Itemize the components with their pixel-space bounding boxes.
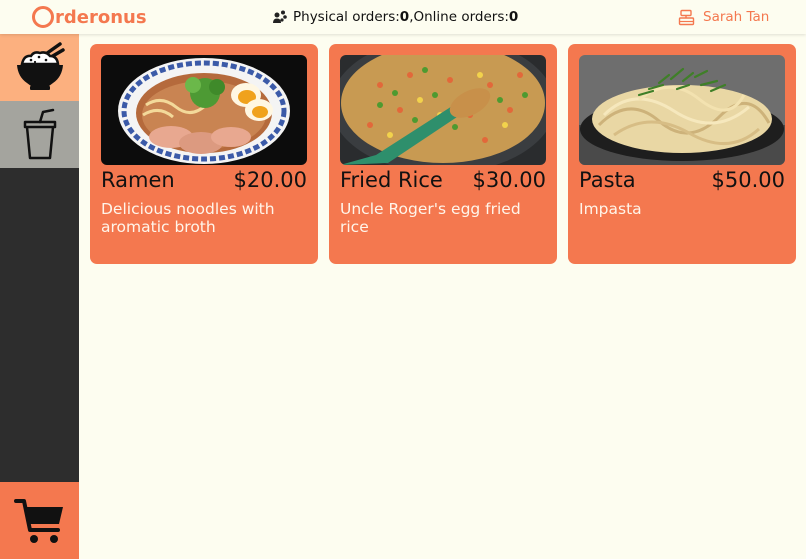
item-price: $30.00 <box>472 168 546 192</box>
physical-orders-label: Physical orders: <box>293 9 400 25</box>
item-price: $50.00 <box>711 168 785 192</box>
category-sidebar <box>0 34 79 559</box>
physical-orders-count: 0 <box>399 9 410 25</box>
fried-rice-image <box>340 55 546 165</box>
cart-icon <box>13 498 63 543</box>
rice-bowl-icon <box>16 41 65 90</box>
order-counter: Physical orders: 0, Online orders: 0 <box>272 7 518 27</box>
logo-text: rderonus <box>55 6 147 28</box>
item-description: Uncle Roger's egg fried rice <box>340 200 521 236</box>
logo-o-icon <box>32 6 54 28</box>
pasta-image <box>579 55 785 165</box>
orders-icon <box>273 10 287 23</box>
item-description: Impasta <box>579 200 642 218</box>
category-drinks-tab[interactable] <box>0 101 79 168</box>
online-orders-label: Online orders: <box>413 9 509 25</box>
ramen-image <box>101 55 307 165</box>
cashier-icon <box>678 9 695 25</box>
menu-card-ramen[interactable]: Ramen $20.00 Delicious noodles with arom… <box>90 44 318 264</box>
cart-button[interactable] <box>0 482 79 559</box>
user-name: Sarah Tan <box>703 9 770 25</box>
drink-cup-icon <box>23 108 56 159</box>
menu-card-pasta[interactable]: Pasta $50.00 Impasta <box>568 44 796 264</box>
item-description: Delicious noodles with aromatic broth <box>101 200 275 236</box>
top-bar: rderonus Physical orders: 0, Online orde… <box>0 0 806 34</box>
item-name: Ramen <box>101 168 175 192</box>
online-orders-count: 0 <box>508 9 519 25</box>
app-logo[interactable]: rderonus <box>32 3 147 31</box>
category-food-tab[interactable] <box>0 34 79 101</box>
menu-card-fried-rice[interactable]: Fried Rice $30.00 Uncle Roger's egg frie… <box>329 44 557 264</box>
item-name: Fried Rice <box>340 168 443 192</box>
item-name: Pasta <box>579 168 636 192</box>
item-price: $20.00 <box>233 168 307 192</box>
user-menu[interactable]: Sarah Tan <box>678 6 769 28</box>
